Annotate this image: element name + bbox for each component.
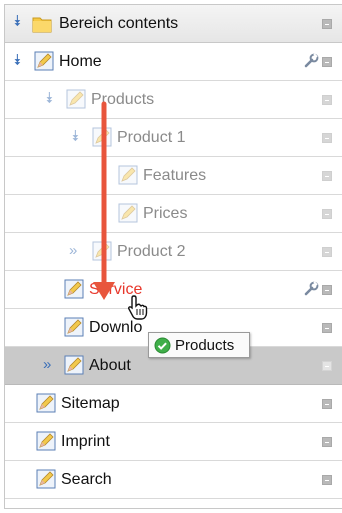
tree-row-search[interactable]: Search [5,461,342,499]
page-edit-icon [118,165,138,185]
tree-row-features[interactable]: Features [5,157,342,195]
page-edit-icon [36,469,56,489]
page-edit-icon [36,393,56,413]
expanded-chevron-icon[interactable]: ⯯ [71,129,80,144]
tree-row-prices[interactable]: Prices [5,195,342,233]
folder-icon [32,17,52,33]
check-circle-icon [154,337,171,354]
row-menu-button[interactable] [322,475,332,485]
tree-row-products[interactable]: ⯯ Products [5,81,342,119]
tree-row-label: Sitemap [61,395,120,412]
row-menu-button[interactable] [322,361,332,371]
tree-row-label: Product 2 [117,243,186,260]
row-menu-button[interactable] [322,247,332,257]
tree-row-label: Downlo [89,319,143,336]
page-edit-icon [34,51,54,71]
page-edit-icon [64,355,84,375]
page-edit-icon [36,431,56,451]
tree-row-product-2[interactable]: » Product 2 [5,233,342,271]
tree-row-label: Prices [143,205,188,222]
expanded-chevron-icon[interactable]: ⯯ [45,91,54,106]
expanded-chevron-icon[interactable]: ⯯ [13,53,22,68]
page-edit-icon [64,279,84,299]
tree-row-sitemap[interactable]: Sitemap [5,385,342,423]
hand-cursor-icon [128,295,148,320]
collapsed-chevron-icon[interactable]: » [43,357,51,372]
row-menu-button[interactable] [322,209,332,219]
tree-row-label: Product 1 [117,129,186,146]
tree-header-label: Bereich contents [59,15,179,32]
tree-header-row[interactable]: ⯯ Bereich contents [5,5,342,43]
tree-row-label: Features [143,167,207,184]
row-menu-button[interactable] [322,323,332,333]
row-menu-button[interactable] [322,399,332,409]
header-menu-button[interactable] [322,19,332,29]
tree-row-label: About [89,357,131,374]
tree-row-product-1[interactable]: ⯯ Product 1 [5,119,342,157]
wrench-icon[interactable] [303,281,319,297]
row-menu-button[interactable] [322,95,332,105]
page-edit-icon [92,127,112,147]
page-edit-icon [64,317,84,337]
tree-row-service[interactable]: Service [5,271,342,309]
collapsed-chevron-icon[interactable]: » [69,243,77,258]
row-menu-button[interactable] [322,133,332,143]
row-menu-button[interactable] [322,437,332,447]
tree-row-label: Products [91,91,155,108]
tree-row-label: Imprint [61,433,110,450]
tree-row-label: Home [59,53,102,70]
tree-row-imprint[interactable]: Imprint [5,423,342,461]
collapse-all-icon[interactable]: ⯯ [13,14,22,29]
page-edit-icon [92,241,112,261]
tree-row-label: Search [61,471,112,488]
row-menu-button[interactable] [322,285,332,295]
page-edit-icon [118,203,138,223]
drag-tooltip: Products [148,332,250,358]
drag-tooltip-label: Products [175,337,235,354]
page-tree-panel: ⯯ Bereich contents ⯯ Home ⯯ Products ⯯ P… [4,4,342,509]
wrench-icon[interactable] [303,53,319,69]
page-edit-icon [66,89,86,109]
tree-row-home[interactable]: ⯯ Home [5,43,342,81]
row-menu-button[interactable] [322,57,332,67]
row-menu-button[interactable] [322,171,332,181]
